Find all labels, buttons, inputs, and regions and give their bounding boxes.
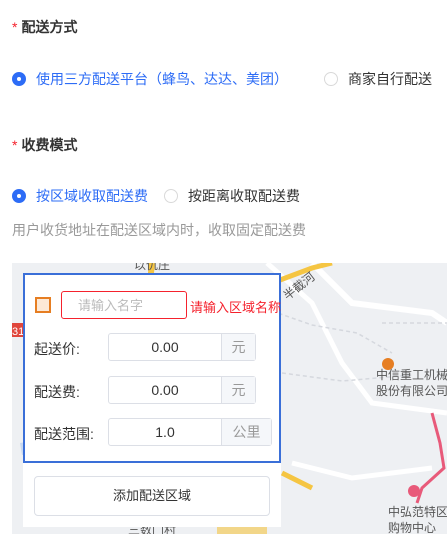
radio-label: 按区域收取配送费 <box>36 188 148 204</box>
delivery-zone-panel: 请输入区域名称 起送价: 0.00 元 配送费: 0.00 元 配送范围: 1.… <box>12 273 281 527</box>
radio-dot <box>164 189 178 203</box>
radio-label: 按距离收取配送费 <box>188 188 300 204</box>
delivery-range-value[interactable]: 1.0 <box>109 419 221 445</box>
zone-checkbox[interactable] <box>35 297 51 313</box>
radio-fee-by-distance[interactable]: 按距离收取配送费 <box>164 186 300 206</box>
min-order-unit: 元 <box>221 334 255 360</box>
radio-self-delivery[interactable]: 商家自行配送 <box>324 69 432 89</box>
radio-dot <box>12 189 26 203</box>
radio-dot <box>12 72 26 86</box>
delivery-method-title: * 配送方式 <box>12 19 78 35</box>
map-label-top: 以仇庄 <box>134 263 171 272</box>
fee-mode-options: 按区域收取配送费 按距离收取配送费 <box>12 186 324 206</box>
delivery-range-unit: 公里 <box>221 419 271 445</box>
delivery-fee-label: 配送费: <box>34 384 80 400</box>
delivery-zone-card: 请输入区域名称 起送价: 0.00 元 配送费: 0.00 元 配送范围: 1.… <box>23 273 281 463</box>
fee-mode-title: * 收费模式 <box>12 137 78 153</box>
delivery-range-input[interactable]: 1.0 公里 <box>108 418 272 446</box>
delivery-fee-value[interactable]: 0.00 <box>109 377 221 403</box>
map-label-poi1: 中信重工机械 股份有限公司 <box>376 368 447 398</box>
fee-mode-hint: 用户收货地址在配送区域内时，收取固定配送费 <box>12 222 306 238</box>
min-order-value[interactable]: 0.00 <box>109 334 221 360</box>
delivery-fee-input[interactable]: 0.00 元 <box>108 376 256 404</box>
delivery-range-label: 配送范围: <box>34 426 94 442</box>
radio-label: 使用三方配送平台（蜂鸟、达达、美团） <box>36 71 288 87</box>
radio-dot <box>324 72 338 86</box>
min-order-input[interactable]: 0.00 元 <box>108 333 256 361</box>
map-label-poi2: 中弘范特区 购物中心 <box>388 505 447 534</box>
required-mark: * <box>12 19 18 35</box>
delivery-fee-unit: 元 <box>221 377 255 403</box>
zone-name-error: 请输入区域名称 <box>190 300 282 315</box>
min-order-label: 起送价: <box>34 341 80 357</box>
delivery-method-options: 使用三方配送平台（蜂鸟、达达、美团） 商家自行配送 <box>12 69 447 89</box>
radio-fee-by-zone[interactable]: 按区域收取配送费 <box>12 186 148 206</box>
add-delivery-zone-button[interactable]: 添加配送区域 <box>34 476 270 516</box>
zone-name-input[interactable] <box>61 291 187 319</box>
radio-third-party-delivery[interactable]: 使用三方配送平台（蜂鸟、达达、美团） <box>12 69 288 89</box>
required-mark: * <box>12 137 18 153</box>
radio-label: 商家自行配送 <box>348 71 432 87</box>
